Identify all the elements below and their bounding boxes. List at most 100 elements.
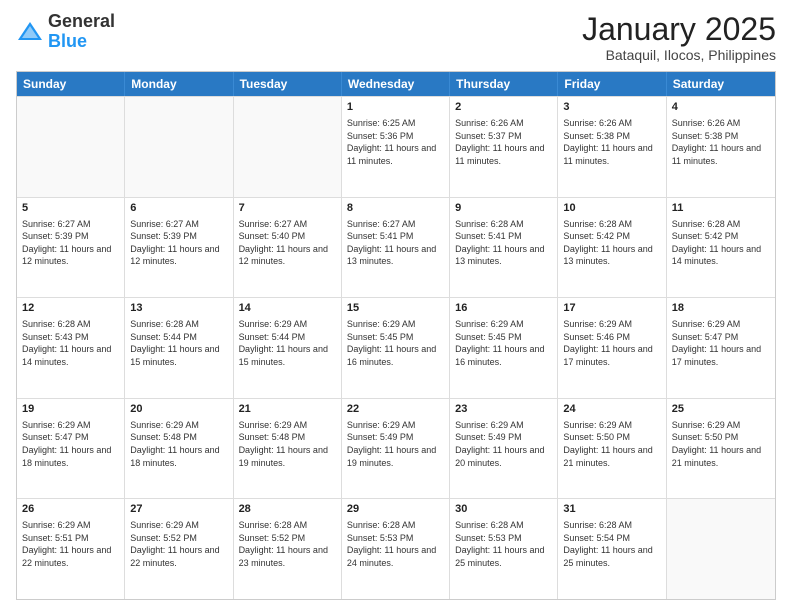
calendar-cell-r1c2: 7 Sunrise: 6:27 AM Sunset: 5:40 PM Daylig…: [234, 198, 342, 298]
day-info: Sunrise: 6:27 AM Sunset: 5:41 PM Dayligh…: [347, 218, 444, 268]
calendar-row-0: 1 Sunrise: 6:25 AM Sunset: 5:36 PM Daylig…: [17, 96, 775, 197]
day-info: Sunrise: 6:29 AM Sunset: 5:49 PM Dayligh…: [347, 419, 444, 469]
calendar-subtitle: Bataquil, Ilocos, Philippines: [582, 47, 776, 63]
logo-general-text: General: [48, 11, 115, 31]
day-number: 15: [347, 301, 444, 316]
day-number: 20: [130, 402, 227, 417]
calendar-cell-r2c1: 13 Sunrise: 6:28 AM Sunset: 5:44 PM Dayli…: [125, 298, 233, 398]
calendar-header-row: SundayMondayTuesdayWednesdayThursdayFrid…: [17, 72, 775, 96]
day-number: 8: [347, 201, 444, 216]
calendar-title: January 2025: [582, 12, 776, 47]
day-number: 22: [347, 402, 444, 417]
day-info: Sunrise: 6:29 AM Sunset: 5:46 PM Dayligh…: [563, 318, 660, 368]
day-info: Sunrise: 6:29 AM Sunset: 5:48 PM Dayligh…: [130, 419, 227, 469]
calendar-cell-r0c5: 3 Sunrise: 6:26 AM Sunset: 5:38 PM Daylig…: [558, 97, 666, 197]
calendar-header-tuesday: Tuesday: [234, 72, 342, 96]
day-info: Sunrise: 6:27 AM Sunset: 5:39 PM Dayligh…: [22, 218, 119, 268]
day-info: Sunrise: 6:26 AM Sunset: 5:38 PM Dayligh…: [672, 117, 770, 167]
day-number: 29: [347, 502, 444, 517]
day-info: Sunrise: 6:27 AM Sunset: 5:40 PM Dayligh…: [239, 218, 336, 268]
day-number: 13: [130, 301, 227, 316]
calendar-cell-r3c3: 22 Sunrise: 6:29 AM Sunset: 5:49 PM Dayli…: [342, 399, 450, 499]
calendar-cell-r2c4: 16Sunrise: 6:29 AM Sunset: 5:45 PM Dayli…: [450, 298, 558, 398]
day-number: 7: [239, 201, 336, 216]
day-info: Sunrise: 6:29 AM Sunset: 5:48 PM Dayligh…: [239, 419, 336, 469]
calendar-cell-r3c4: 23 Sunrise: 6:29 AM Sunset: 5:49 PM Dayli…: [450, 399, 558, 499]
day-info: Sunrise: 6:26 AM Sunset: 5:37 PM Dayligh…: [455, 117, 552, 167]
day-number: 18: [672, 301, 770, 316]
day-info: Sunrise: 6:29 AM Sunset: 5:50 PM Dayligh…: [672, 419, 770, 469]
calendar-cell-r2c3: 15 Sunrise: 6:29 AM Sunset: 5:45 PM Dayli…: [342, 298, 450, 398]
calendar-cell-r1c4: 9 Sunrise: 6:28 AM Sunset: 5:41 PM Daylig…: [450, 198, 558, 298]
logo: General Blue: [16, 12, 115, 52]
day-info: Sunrise: 6:29 AM Sunset: 5:52 PM Dayligh…: [130, 519, 227, 569]
day-info: Sunrise: 6:28 AM Sunset: 5:52 PM Dayligh…: [239, 519, 336, 569]
day-info: Sunrise: 6:29 AM Sunset: 5:47 PM Dayligh…: [672, 318, 770, 368]
calendar-header-wednesday: Wednesday: [342, 72, 450, 96]
calendar-cell-r4c4: 30 Sunrise: 6:28 AM Sunset: 5:53 PM Dayli…: [450, 499, 558, 599]
day-info: Sunrise: 6:25 AM Sunset: 5:36 PM Dayligh…: [347, 117, 444, 167]
day-info: Sunrise: 6:28 AM Sunset: 5:43 PM Dayligh…: [22, 318, 119, 368]
page: General Blue January 2025 Bataquil, Iloc…: [0, 0, 792, 612]
calendar-header-thursday: Thursday: [450, 72, 558, 96]
day-number: 19: [22, 402, 119, 417]
day-info: Sunrise: 6:27 AM Sunset: 5:39 PM Dayligh…: [130, 218, 227, 268]
day-info: Sunrise: 6:28 AM Sunset: 5:54 PM Dayligh…: [563, 519, 660, 569]
day-number: 27: [130, 502, 227, 517]
day-info: Sunrise: 6:28 AM Sunset: 5:41 PM Dayligh…: [455, 218, 552, 268]
calendar-cell-r1c3: 8 Sunrise: 6:27 AM Sunset: 5:41 PM Daylig…: [342, 198, 450, 298]
calendar-cell-r0c3: 1 Sunrise: 6:25 AM Sunset: 5:36 PM Daylig…: [342, 97, 450, 197]
calendar-cell-r3c5: 24Sunrise: 6:29 AM Sunset: 5:50 PM Dayli…: [558, 399, 666, 499]
calendar-cell-r3c0: 19 Sunrise: 6:29 AM Sunset: 5:47 PM Dayli…: [17, 399, 125, 499]
day-info: Sunrise: 6:29 AM Sunset: 5:45 PM Dayligh…: [347, 318, 444, 368]
calendar-cell-r2c6: 18 Sunrise: 6:29 AM Sunset: 5:47 PM Dayli…: [667, 298, 775, 398]
calendar-header-saturday: Saturday: [667, 72, 775, 96]
day-number: 28: [239, 502, 336, 517]
day-number: 5: [22, 201, 119, 216]
day-info: Sunrise: 6:29 AM Sunset: 5:47 PM Dayligh…: [22, 419, 119, 469]
header: General Blue January 2025 Bataquil, Iloc…: [16, 12, 776, 63]
calendar-cell-r4c5: 31 Sunrise: 6:28 AM Sunset: 5:54 PM Dayli…: [558, 499, 666, 599]
calendar-cell-r1c1: 6Sunrise: 6:27 AM Sunset: 5:39 PM Daylig…: [125, 198, 233, 298]
day-number: 30: [455, 502, 552, 517]
calendar-cell-r4c2: 28 Sunrise: 6:28 AM Sunset: 5:52 PM Dayli…: [234, 499, 342, 599]
calendar-cell-r4c0: 26Sunrise: 6:29 AM Sunset: 5:51 PM Dayli…: [17, 499, 125, 599]
day-number: 12: [22, 301, 119, 316]
day-number: 3: [563, 100, 660, 115]
calendar-row-2: 12 Sunrise: 6:28 AM Sunset: 5:43 PM Dayli…: [17, 297, 775, 398]
calendar-header-friday: Friday: [558, 72, 666, 96]
day-info: Sunrise: 6:28 AM Sunset: 5:53 PM Dayligh…: [455, 519, 552, 569]
day-info: Sunrise: 6:28 AM Sunset: 5:53 PM Dayligh…: [347, 519, 444, 569]
day-info: Sunrise: 6:26 AM Sunset: 5:38 PM Dayligh…: [563, 117, 660, 167]
day-number: 23: [455, 402, 552, 417]
calendar-header-monday: Monday: [125, 72, 233, 96]
calendar-cell-r0c1: [125, 97, 233, 197]
calendar-cell-r2c0: 12 Sunrise: 6:28 AM Sunset: 5:43 PM Dayli…: [17, 298, 125, 398]
calendar-cell-r1c0: 5 Sunrise: 6:27 AM Sunset: 5:39 PM Daylig…: [17, 198, 125, 298]
calendar-cell-r3c6: 25Sunrise: 6:29 AM Sunset: 5:50 PM Dayli…: [667, 399, 775, 499]
calendar-cell-r2c2: 14Sunrise: 6:29 AM Sunset: 5:44 PM Dayli…: [234, 298, 342, 398]
day-number: 1: [347, 100, 444, 115]
calendar-body: 1 Sunrise: 6:25 AM Sunset: 5:36 PM Daylig…: [17, 96, 775, 599]
logo-icon: [16, 18, 44, 46]
logo-text: General Blue: [48, 12, 115, 52]
title-block: January 2025 Bataquil, Ilocos, Philippin…: [582, 12, 776, 63]
day-info: Sunrise: 6:28 AM Sunset: 5:44 PM Dayligh…: [130, 318, 227, 368]
day-number: 31: [563, 502, 660, 517]
calendar-cell-r3c1: 20 Sunrise: 6:29 AM Sunset: 5:48 PM Dayli…: [125, 399, 233, 499]
day-number: 11: [672, 201, 770, 216]
calendar-cell-r0c0: [17, 97, 125, 197]
day-number: 21: [239, 402, 336, 417]
day-number: 10: [563, 201, 660, 216]
calendar-cell-r0c6: 4Sunrise: 6:26 AM Sunset: 5:38 PM Daylig…: [667, 97, 775, 197]
day-number: 26: [22, 502, 119, 517]
calendar-cell-r0c4: 2Sunrise: 6:26 AM Sunset: 5:37 PM Daylig…: [450, 97, 558, 197]
calendar-header-sunday: Sunday: [17, 72, 125, 96]
calendar-cell-r1c5: 10Sunrise: 6:28 AM Sunset: 5:42 PM Dayli…: [558, 198, 666, 298]
day-number: 9: [455, 201, 552, 216]
calendar: SundayMondayTuesdayWednesdayThursdayFrid…: [16, 71, 776, 600]
calendar-cell-r0c2: [234, 97, 342, 197]
calendar-cell-r3c2: 21 Sunrise: 6:29 AM Sunset: 5:48 PM Dayli…: [234, 399, 342, 499]
day-info: Sunrise: 6:29 AM Sunset: 5:49 PM Dayligh…: [455, 419, 552, 469]
day-number: 16: [455, 301, 552, 316]
